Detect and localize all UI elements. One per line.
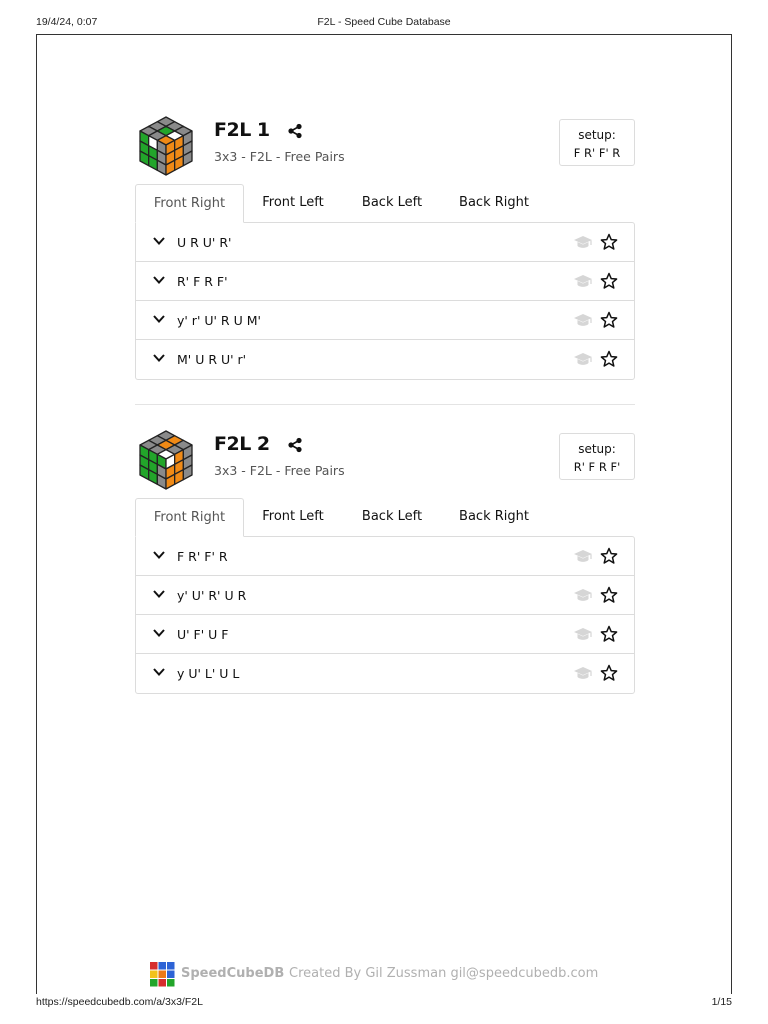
algorithm-text: y' U' R' U R — [177, 588, 247, 603]
setup-label: setup: — [578, 128, 616, 142]
tab-back-right[interactable]: Back Right — [448, 498, 540, 537]
algorithm-text: y' r' U' R U M' — [177, 313, 261, 328]
algorithm-text: y U' L' U L — [177, 666, 240, 681]
print-title: F2L - Speed Cube Database — [317, 16, 451, 28]
star-icon[interactable] — [600, 233, 618, 251]
chevron-down-icon[interactable] — [152, 628, 166, 638]
footer-brand[interactable]: SpeedCubeDB — [181, 966, 284, 981]
chevron-down-icon[interactable] — [152, 353, 166, 363]
print-header: 19/4/24, 0:07 F2L - Speed Cube Database — [36, 16, 732, 30]
slot-tabs: Front Right Front Left Back Left Back Ri… — [135, 184, 635, 223]
graduation-cap-icon[interactable] — [573, 588, 593, 603]
algorithm-text: U' F' U F — [177, 627, 229, 642]
print-page-number: 1/15 — [711, 996, 732, 1008]
tab-back-right[interactable]: Back Right — [448, 184, 540, 223]
footer-credit: Created By Gil Zussman gil@speedcubedb.c… — [289, 966, 599, 981]
speedcubedb-logo-icon — [150, 962, 175, 987]
star-icon[interactable] — [600, 272, 618, 290]
tab-back-left[interactable]: Back Left — [351, 184, 433, 223]
chevron-down-icon[interactable] — [152, 314, 166, 324]
algorithm-text: R' F R F' — [177, 274, 228, 289]
cube-icon — [139, 116, 193, 176]
chevron-down-icon[interactable] — [152, 236, 166, 246]
algorithm-row[interactable]: y' r' U' R U M' — [136, 301, 634, 340]
star-icon[interactable] — [600, 664, 618, 682]
algorithm-row[interactable]: y U' L' U L — [136, 654, 634, 693]
print-footer: https://speedcubedb.com/a/3x3/F2L 1/15 — [36, 996, 732, 1010]
algorithm-text: F R' F' R — [177, 549, 228, 564]
algorithm-row[interactable]: y' U' R' U R — [136, 576, 634, 615]
chevron-down-icon[interactable] — [152, 589, 166, 599]
algorithm-row[interactable]: R' F R F' — [136, 262, 634, 301]
chevron-down-icon[interactable] — [152, 275, 166, 285]
graduation-cap-icon[interactable] — [573, 313, 593, 328]
setup-moves: R' F R F' — [573, 460, 621, 474]
setup-box: setup: R' F R F' — [559, 433, 635, 480]
share-icon[interactable] — [287, 123, 303, 139]
star-icon[interactable] — [600, 311, 618, 329]
algorithm-row[interactable]: F R' F' R — [136, 537, 634, 576]
tab-front-left[interactable]: Front Left — [252, 184, 334, 223]
graduation-cap-icon[interactable] — [573, 549, 593, 564]
star-icon[interactable] — [600, 350, 618, 368]
share-icon[interactable] — [287, 437, 303, 453]
tab-front-right[interactable]: Front Right — [135, 184, 244, 223]
setup-box: setup: F R' F' R — [559, 119, 635, 166]
cube-icon — [139, 430, 193, 490]
setup-label: setup: — [578, 442, 616, 456]
case-subtitle: 3x3 - F2L - Free Pairs — [214, 463, 345, 478]
algorithm-text: M' U R U' r' — [177, 352, 247, 367]
case-separator — [135, 404, 635, 405]
graduation-cap-icon[interactable] — [573, 352, 593, 367]
tab-front-right[interactable]: Front Right — [135, 498, 244, 537]
algorithm-row[interactable]: U' F' U F — [136, 615, 634, 654]
print-url: https://speedcubedb.com/a/3x3/F2L — [36, 996, 203, 1008]
star-icon[interactable] — [600, 586, 618, 604]
tab-front-left[interactable]: Front Left — [252, 498, 334, 537]
algorithm-row[interactable]: M' U R U' r' — [136, 340, 634, 379]
chevron-down-icon[interactable] — [152, 550, 166, 560]
algorithm-list: F R' F' R y' U' R' U R U' F' U F y U' L'… — [135, 536, 635, 694]
case-title: F2L 1 — [214, 119, 270, 141]
star-icon[interactable] — [600, 625, 618, 643]
setup-moves: F R' F' R — [573, 146, 621, 160]
graduation-cap-icon[interactable] — [573, 666, 593, 681]
graduation-cap-icon[interactable] — [573, 627, 593, 642]
slot-tabs: Front Right Front Left Back Left Back Ri… — [135, 498, 635, 537]
case-title: F2L 2 — [214, 433, 270, 455]
algorithm-row[interactable]: U R U' R' — [136, 223, 634, 262]
graduation-cap-icon[interactable] — [573, 274, 593, 289]
algorithm-list: U R U' R' R' F R F' y' r' U' R U M' M' U… — [135, 222, 635, 380]
case-subtitle: 3x3 - F2L - Free Pairs — [214, 149, 345, 164]
graduation-cap-icon[interactable] — [573, 235, 593, 250]
chevron-down-icon[interactable] — [152, 667, 166, 677]
algorithm-text: U R U' R' — [177, 235, 232, 250]
tab-back-left[interactable]: Back Left — [351, 498, 433, 537]
star-icon[interactable] — [600, 547, 618, 565]
